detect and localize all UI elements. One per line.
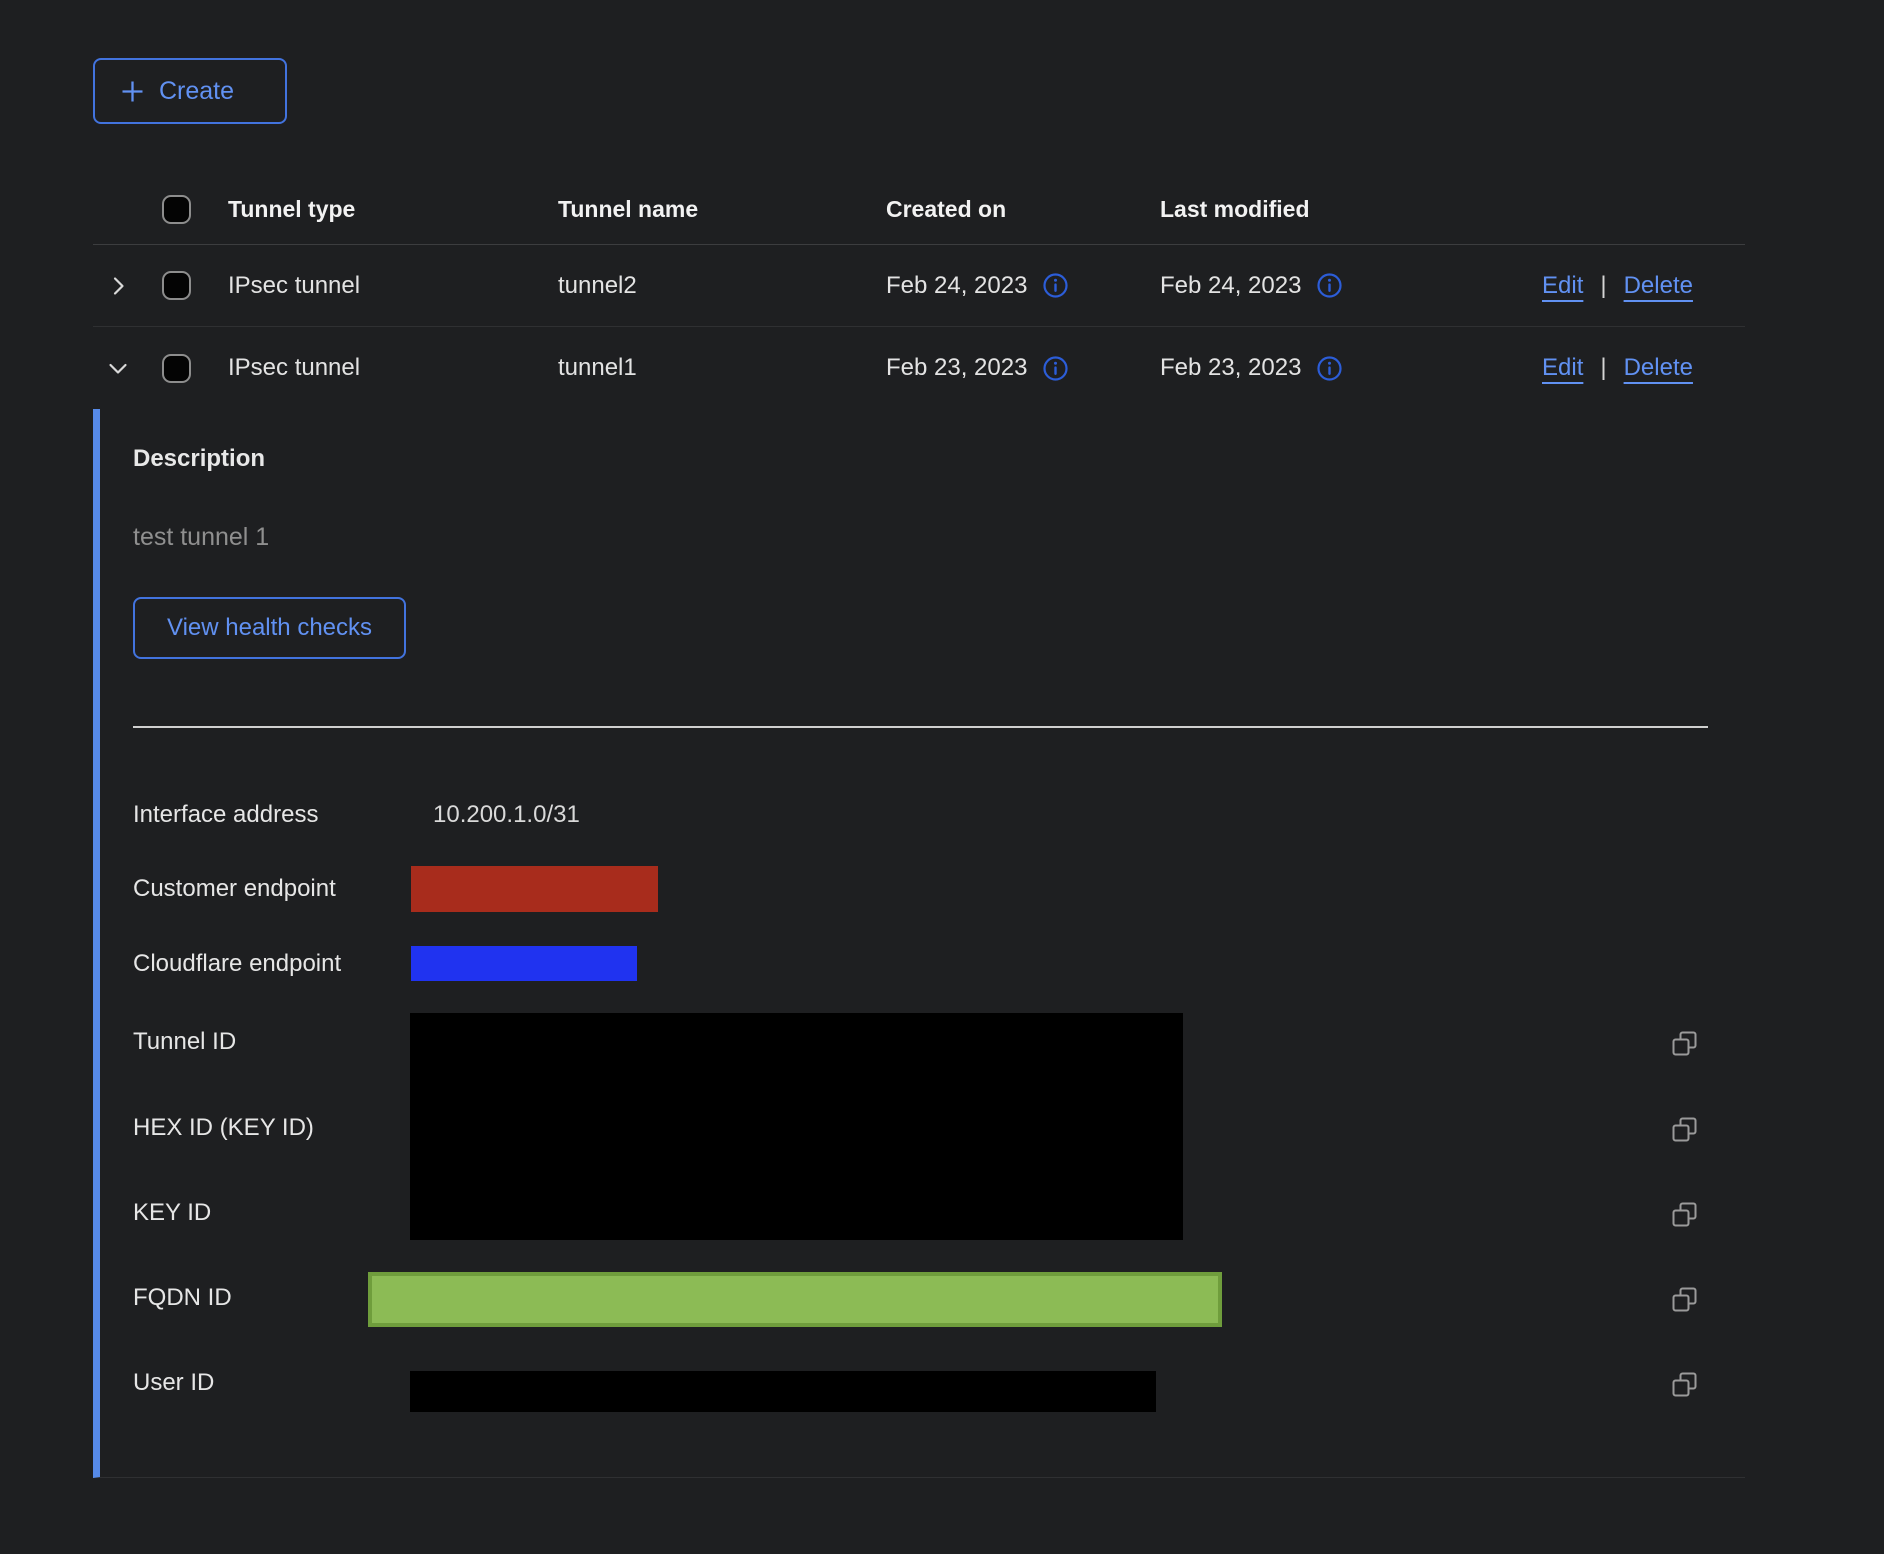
created-on-cell: Feb 23, 2023 xyxy=(886,354,1160,382)
row-checkbox[interactable] xyxy=(162,271,191,300)
user-id-redaction xyxy=(410,1371,1156,1412)
row-checkbox[interactable] xyxy=(162,354,191,383)
created-on-info-button[interactable] xyxy=(1042,272,1069,299)
delete-link[interactable]: Delete xyxy=(1624,272,1693,300)
copy-hex-id-button[interactable] xyxy=(1668,1113,1700,1145)
row-actions: Edit | Delete xyxy=(1542,272,1745,300)
last-modified-info-button[interactable] xyxy=(1316,355,1343,382)
tunnel-type-cell: IPsec tunnel xyxy=(228,354,558,382)
copy-icon xyxy=(1669,1284,1700,1315)
info-icon xyxy=(1042,272,1069,299)
actions-separator: | xyxy=(1600,272,1606,300)
tunnels-table: Tunnel type Tunnel name Created on Last … xyxy=(93,175,1745,409)
info-icon xyxy=(1316,355,1343,382)
cloudflare-endpoint-redaction xyxy=(411,946,637,981)
table-row-tunnel1: IPsec tunnel tunnel1 Feb 23, 2023 Feb 23… xyxy=(93,327,1745,409)
description-heading: Description xyxy=(133,445,265,473)
actions-separator: | xyxy=(1600,354,1606,382)
tunnel-name-cell: tunnel2 xyxy=(558,272,886,300)
chevron-down-icon xyxy=(107,357,129,379)
ids-redaction-block xyxy=(410,1013,1183,1240)
header-last-modified: Last modified xyxy=(1160,196,1542,223)
copy-tunnel-id-button[interactable] xyxy=(1668,1027,1700,1059)
created-on-info-button[interactable] xyxy=(1042,355,1069,382)
tunnel-detail-panel: Description test tunnel 1 View health ch… xyxy=(93,409,1745,1478)
table-header-row: Tunnel type Tunnel name Created on Last … xyxy=(93,175,1745,245)
select-all-checkbox[interactable] xyxy=(162,195,191,224)
customer-endpoint-redaction xyxy=(411,866,658,912)
view-health-checks-button[interactable]: View health checks xyxy=(133,597,406,659)
copy-icon xyxy=(1669,1028,1700,1059)
fqdn-id-label: FQDN ID xyxy=(133,1283,232,1313)
collapse-row-button[interactable] xyxy=(103,353,133,383)
header-tunnel-name: Tunnel name xyxy=(558,196,886,223)
last-modified-info-button[interactable] xyxy=(1316,272,1343,299)
key-id-label: KEY ID xyxy=(133,1198,211,1228)
header-created-on: Created on xyxy=(886,196,1160,223)
table-row-tunnel2: IPsec tunnel tunnel2 Feb 24, 2023 Feb 24… xyxy=(93,245,1745,327)
copy-key-id-button[interactable] xyxy=(1668,1198,1700,1230)
info-icon xyxy=(1316,272,1343,299)
copy-icon xyxy=(1669,1199,1700,1230)
tunnel-id-label: Tunnel ID xyxy=(133,1027,236,1057)
copy-user-id-button[interactable] xyxy=(1668,1368,1700,1400)
customer-endpoint-label: Customer endpoint xyxy=(133,874,336,904)
cloudflare-endpoint-label: Cloudflare endpoint xyxy=(133,949,341,979)
last-modified-cell: Feb 24, 2023 xyxy=(1160,272,1542,300)
create-button-label: Create xyxy=(159,77,234,106)
section-divider xyxy=(133,726,1708,728)
hex-id-label: HEX ID (KEY ID) xyxy=(133,1113,314,1143)
delete-link[interactable]: Delete xyxy=(1624,354,1693,382)
user-id-label: User ID xyxy=(133,1368,214,1398)
expand-row-button[interactable] xyxy=(103,271,133,301)
copy-icon xyxy=(1669,1369,1700,1400)
create-button[interactable]: Create xyxy=(93,58,287,124)
edit-link[interactable]: Edit xyxy=(1542,272,1583,300)
interface-address-label: Interface address xyxy=(133,800,318,830)
tunnels-page: Create Tunnel type Tunnel name Created o… xyxy=(0,0,1884,1554)
created-on-cell: Feb 24, 2023 xyxy=(886,272,1160,300)
plus-icon xyxy=(119,78,146,105)
chevron-right-icon xyxy=(107,275,129,297)
copy-fqdn-id-button[interactable] xyxy=(1668,1283,1700,1315)
row-actions: Edit | Delete xyxy=(1542,354,1745,382)
last-modified-value: Feb 23, 2023 xyxy=(1160,354,1301,382)
created-on-value: Feb 23, 2023 xyxy=(886,354,1027,382)
last-modified-value: Feb 24, 2023 xyxy=(1160,272,1301,300)
interface-address-value: 10.200.1.0/31 xyxy=(433,800,580,830)
last-modified-cell: Feb 23, 2023 xyxy=(1160,354,1542,382)
info-icon xyxy=(1042,355,1069,382)
tunnel-type-cell: IPsec tunnel xyxy=(228,272,558,300)
created-on-value: Feb 24, 2023 xyxy=(886,272,1027,300)
fqdn-id-redaction xyxy=(368,1272,1222,1327)
description-text: test tunnel 1 xyxy=(133,523,269,552)
header-tunnel-type: Tunnel type xyxy=(228,196,558,223)
copy-icon xyxy=(1669,1114,1700,1145)
edit-link[interactable]: Edit xyxy=(1542,354,1583,382)
tunnel-name-cell: tunnel1 xyxy=(558,354,886,382)
